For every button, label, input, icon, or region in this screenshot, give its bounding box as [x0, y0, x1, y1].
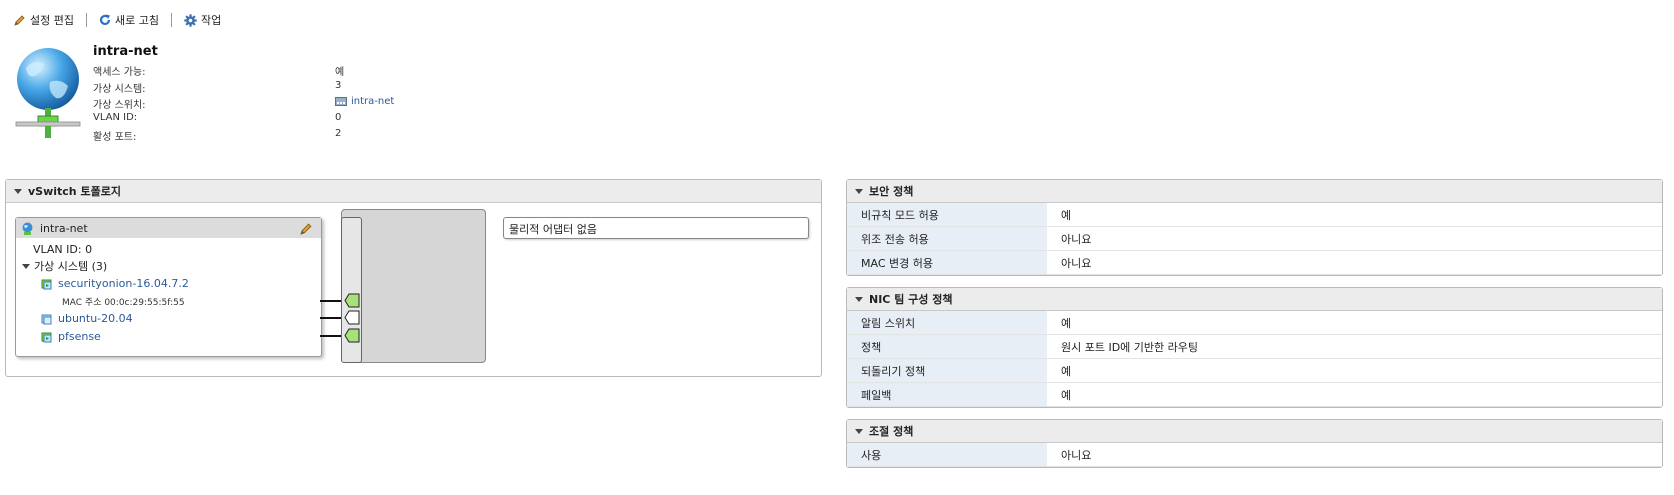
- vm-count-label: 가상 시스템:: [93, 84, 146, 95]
- table-row: 정책 원시 포트 ID에 기반한 라우팅: [847, 334, 1662, 359]
- vm-group-label: 가상 시스템 (3): [34, 260, 108, 273]
- toolbar: 설정 편집 새로 고침 작업: [10, 10, 225, 30]
- policy-value: 원시 포트 ID에 기반한 라우팅: [1047, 334, 1662, 359]
- portgroup-box: intra-net VLAN ID: 0 가상 시스템 (3) security…: [15, 217, 322, 357]
- nic-teaming-header[interactable]: NIC 팀 구성 정책: [847, 288, 1662, 311]
- active-ports-value: 2: [335, 128, 342, 139]
- nic-teaming-title: NIC 팀 구성 정책: [869, 293, 953, 306]
- vlan-value: 0: [335, 112, 342, 123]
- vm-mac-address: MAC 주소 00:0c:29:55:5f:55: [62, 298, 185, 308]
- vm-running-icon: [41, 332, 52, 342]
- portgroup-header: intra-net: [16, 218, 321, 238]
- actions-label: 작업: [200, 14, 222, 27]
- table-row: 알림 스위치 예: [847, 311, 1662, 335]
- vm-link: pfsense: [58, 330, 101, 343]
- vm-item[interactable]: ubuntu-20.04: [41, 312, 133, 325]
- toolbar-separator: [170, 13, 172, 27]
- vm-item[interactable]: pfsense: [41, 330, 101, 343]
- table-row: 되돌리기 정책 예: [847, 358, 1662, 383]
- topology-panel-title: vSwitch 토폴로지: [28, 185, 121, 198]
- traffic-shaping-header[interactable]: 조절 정책: [847, 420, 1662, 443]
- edit-settings-button[interactable]: 설정 편집: [10, 12, 78, 28]
- vswitch-link-text: intra-net: [351, 96, 395, 107]
- policy-value: 예: [1047, 382, 1662, 407]
- vm-stopped-icon: [41, 314, 52, 324]
- portgroup-vlan: VLAN ID: 0: [33, 243, 93, 256]
- policy-value: 예: [1047, 203, 1662, 227]
- network-globe-icon: [15, 48, 81, 138]
- policy-value: 아니요: [1047, 443, 1662, 467]
- portgroup-name: intra-net: [40, 221, 88, 235]
- policy-key: 되돌리기 정책: [847, 358, 1047, 383]
- port-active-icon[interactable]: [344, 328, 360, 343]
- collapse-icon: [855, 428, 863, 434]
- policy-value: 아니요: [1047, 250, 1662, 275]
- security-policy-panel: 보안 정책 비규칙 모드 허용 예 위조 전송 허용 아니요 MAC 변경 허용 아니…: [846, 179, 1663, 276]
- policy-key: 알림 스위치: [847, 311, 1047, 335]
- port-active-icon[interactable]: [344, 293, 360, 308]
- accessible-label: 액세스 가능:: [93, 67, 146, 78]
- vswitch-link[interactable]: intra-net: [335, 96, 394, 107]
- refresh-button[interactable]: 새로 고침: [95, 12, 163, 28]
- table-row: 사용 아니요: [847, 443, 1662, 467]
- table-row: 위조 전송 허용 아니요: [847, 226, 1662, 251]
- pencil-icon: [14, 15, 25, 26]
- policy-value: 아니요: [1047, 226, 1662, 251]
- edit-portgroup-icon[interactable]: [300, 222, 313, 235]
- vm-count-value: 3: [335, 80, 342, 91]
- policy-key: 페일백: [847, 382, 1047, 407]
- vswitch-box[interactable]: [341, 209, 486, 363]
- nic-teaming-table: 알림 스위치 예 정책 원시 포트 ID에 기반한 라우팅 되돌리기 정책 예 페일백…: [847, 311, 1662, 407]
- security-policy-title: 보안 정책: [869, 185, 914, 198]
- vm-group-toggle[interactable]: 가상 시스템 (3): [22, 258, 107, 274]
- refresh-icon: [99, 14, 111, 25]
- portgroup-globe-icon: [22, 222, 33, 235]
- vswitch-label: 가상 스위치:: [93, 100, 146, 111]
- traffic-shaping-title: 조절 정책: [869, 425, 914, 438]
- security-policy-table: 비규칙 모드 허용 예 위조 전송 허용 아니요 MAC 변경 허용 아니요: [847, 203, 1662, 275]
- vm-running-icon: [41, 279, 52, 289]
- vswitch-ports: [342, 217, 360, 358]
- physical-adapter-label: 물리적 어댑터 없음: [509, 223, 597, 236]
- collapse-icon: [855, 296, 863, 302]
- security-policy-header[interactable]: 보안 정책: [847, 180, 1662, 203]
- table-row: 페일백 예: [847, 382, 1662, 407]
- vlan-label: VLAN ID:: [93, 112, 138, 123]
- traffic-shaping-panel: 조절 정책 사용 아니요: [846, 419, 1663, 468]
- physical-adapter-box: 물리적 어댑터 없음: [503, 217, 809, 239]
- vm-item[interactable]: securityonion-16.04.7.2: [41, 277, 189, 290]
- actions-button[interactable]: 작업: [180, 12, 225, 28]
- nic-teaming-panel: NIC 팀 구성 정책 알림 스위치 예 정책 원시 포트 ID에 기반한 라우팅 …: [846, 287, 1663, 408]
- expand-icon: [22, 263, 30, 269]
- edit-settings-label: 설정 편집: [30, 14, 74, 27]
- policy-key: 정책: [847, 334, 1047, 359]
- toolbar-separator: [85, 13, 87, 27]
- gear-icon: [184, 13, 197, 27]
- vm-link: ubuntu-20.04: [58, 312, 133, 325]
- policy-key: MAC 변경 허용: [847, 250, 1047, 275]
- port-inactive-icon[interactable]: [344, 310, 360, 325]
- policy-key: 위조 전송 허용: [847, 226, 1047, 251]
- accessible-value: 예: [335, 67, 345, 78]
- table-row: MAC 변경 허용 아니요: [847, 250, 1662, 275]
- collapse-icon: [855, 188, 863, 194]
- page-title: intra-net: [93, 44, 158, 59]
- traffic-shaping-table: 사용 아니요: [847, 443, 1662, 467]
- active-ports-label: 활성 포트:: [93, 132, 137, 143]
- policy-value: 예: [1047, 311, 1662, 335]
- vswitch-icon: [335, 97, 347, 106]
- policy-key: 사용: [847, 443, 1047, 467]
- topology-panel-header[interactable]: vSwitch 토폴로지: [6, 180, 821, 203]
- policy-value: 예: [1047, 358, 1662, 383]
- policy-key: 비규칙 모드 허용: [847, 203, 1047, 227]
- refresh-label: 새로 고침: [114, 14, 159, 27]
- collapse-icon: [14, 188, 22, 194]
- vm-link: securityonion-16.04.7.2: [58, 277, 189, 290]
- table-row: 비규칙 모드 허용 예: [847, 203, 1662, 227]
